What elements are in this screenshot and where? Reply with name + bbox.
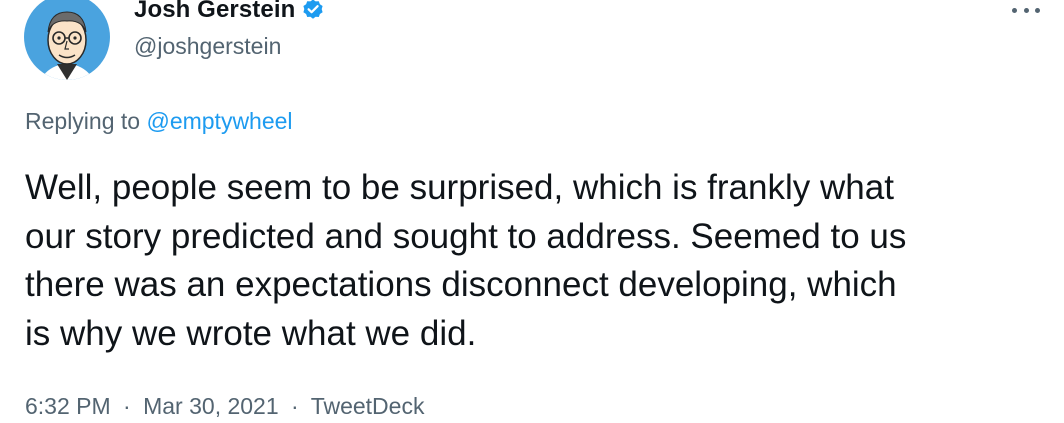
dot [1023, 7, 1029, 13]
tweet-meta: 6:32 PM · Mar 30, 2021 · TweetDeck [25, 393, 424, 420]
verified-badge-icon [301, 0, 325, 22]
tweet-text: Well, people seem to be surprised, which… [25, 168, 907, 353]
avatar[interactable] [24, 0, 110, 80]
author-handle[interactable]: @joshgerstein [134, 33, 281, 60]
tweet-date[interactable]: Mar 30, 2021 [143, 393, 279, 419]
more-horizontal-icon[interactable] [1012, 0, 1040, 20]
replying-to: Replying to @emptywheel [25, 108, 293, 135]
replying-to-label: Replying to [25, 108, 141, 134]
dot [1035, 7, 1040, 13]
author-name[interactable]: Josh Gerstein [134, 0, 295, 24]
reply-mention-link[interactable]: @emptywheel [146, 108, 292, 134]
author-name-row[interactable]: Josh Gerstein [134, 0, 325, 26]
tweet-source[interactable]: TweetDeck [311, 393, 425, 419]
tweet-time[interactable]: 6:32 PM [25, 393, 111, 419]
dot [1012, 7, 1017, 13]
meta-separator: · [123, 393, 131, 419]
meta-separator: · [291, 393, 299, 419]
